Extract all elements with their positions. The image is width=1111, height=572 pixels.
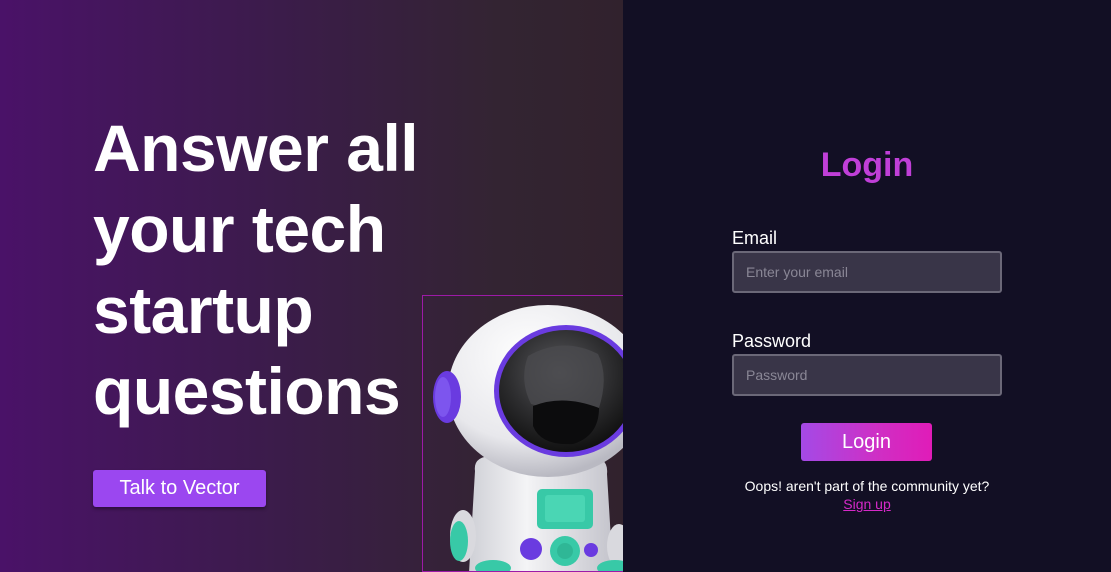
hero-section: Answer all your tech startup questions T…: [0, 0, 623, 572]
email-field[interactable]: [732, 251, 1002, 293]
signup-prompt: Oops! aren't part of the community yet?: [744, 478, 990, 494]
login-panel: Login Email Password Login Oops! aren't …: [623, 0, 1111, 572]
login-button[interactable]: Login: [801, 423, 932, 461]
astronaut-illustration: [422, 295, 623, 572]
headline-line: questions: [93, 354, 401, 428]
login-title: Login: [820, 146, 914, 184]
signup-link-wrapper: Sign up: [623, 496, 1111, 512]
headline-line: Answer all: [93, 111, 419, 185]
email-label: Email: [732, 228, 778, 248]
password-label: Password: [732, 331, 812, 351]
hero-headline: Answer all your tech startup questions: [93, 108, 453, 432]
talk-to-vector-button[interactable]: Talk to Vector: [93, 470, 266, 507]
signup-link[interactable]: Sign up: [843, 496, 890, 512]
astronaut-icon: [433, 305, 623, 571]
password-field[interactable]: [732, 354, 1002, 396]
headline-line: your tech: [93, 192, 386, 266]
headline-line: startup: [93, 273, 314, 347]
